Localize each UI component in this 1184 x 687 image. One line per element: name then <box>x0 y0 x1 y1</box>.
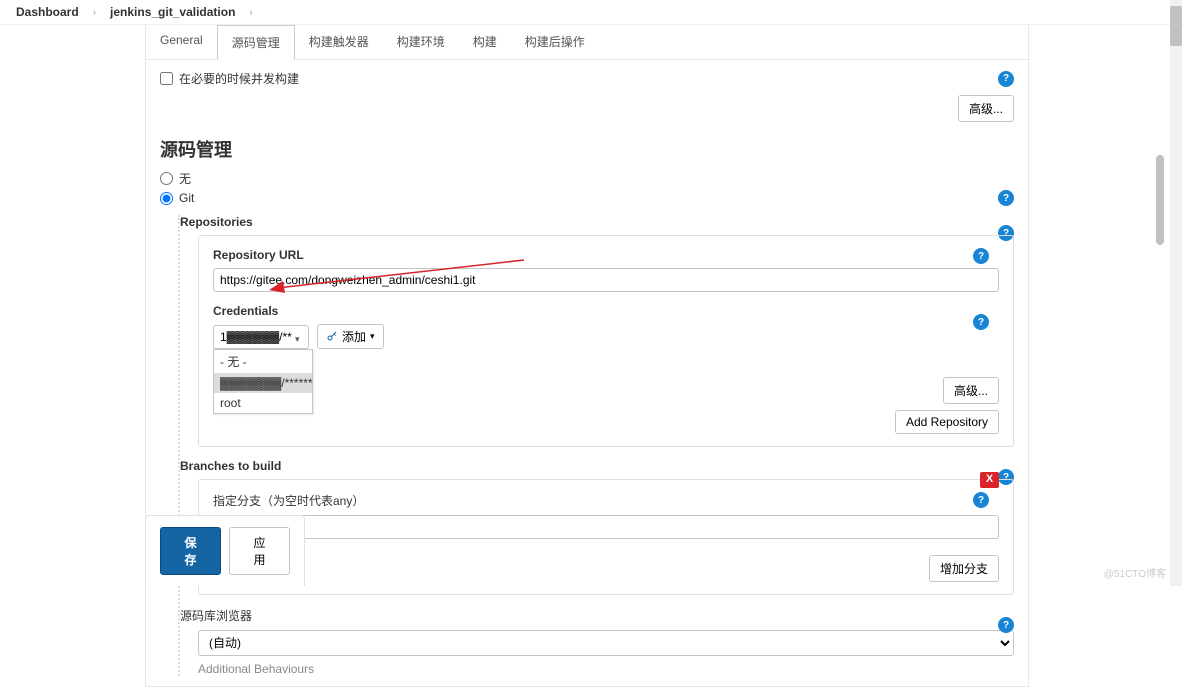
outer-scrollbar-track[interactable] <box>1170 0 1182 586</box>
inner-scrollbar-thumb[interactable] <box>1156 155 1164 245</box>
chevron-right-icon: › <box>249 7 252 18</box>
repo-url-input[interactable] <box>213 268 999 292</box>
add-credentials-label: 添加 <box>342 328 366 345</box>
repository-box: Repository URL ? Credentials ? ▾ - 无 - <box>198 235 1014 447</box>
help-icon[interactable]: ? <box>973 248 989 264</box>
additional-behaviours-label: Additional Behaviours <box>198 662 1014 676</box>
repositories-label: Repositories <box>180 215 994 229</box>
concurrent-build-checkbox[interactable] <box>160 72 173 85</box>
credentials-option-1[interactable]: ▓▓▓▓▓▓▓/****** <box>214 373 312 393</box>
scm-git-label: Git <box>179 191 194 205</box>
help-icon[interactable]: ? <box>998 71 1014 87</box>
tab-general[interactable]: General <box>146 25 217 59</box>
concurrent-build-row: 在必要的时候并发构建 ? <box>160 70 1014 87</box>
apply-button[interactable]: 应用 <box>229 527 290 575</box>
advanced-button[interactable]: 高级... <box>958 95 1014 122</box>
repo-url-label: Repository URL <box>213 248 999 262</box>
tab-post[interactable]: 构建后操作 <box>511 25 599 59</box>
credentials-option-none[interactable]: - 无 - <box>214 350 312 373</box>
breadcrumb-dashboard[interactable]: Dashboard <box>16 5 79 19</box>
config-content: 在必要的时候并发构建 ? 高级... 源码管理 无 Git ? Reposito… <box>146 60 1028 686</box>
help-icon[interactable]: ? <box>998 190 1014 206</box>
scm-section-title: 源码管理 <box>160 136 1014 162</box>
key-icon <box>326 331 338 343</box>
scm-git-radio[interactable] <box>160 192 173 205</box>
delete-branch-button[interactable]: X <box>980 472 999 488</box>
credentials-dropdown: - 无 - ▓▓▓▓▓▓▓/****** root <box>213 349 313 414</box>
credentials-row: ▾ - 无 - ▓▓▓▓▓▓▓/****** root 添加 ▾ <box>213 324 999 349</box>
tab-env[interactable]: 构建环境 <box>383 25 459 59</box>
breadcrumb-job[interactable]: jenkins_git_validation <box>110 5 235 19</box>
git-config-block: Repositories ? Repository URL ? Credenti… <box>178 215 1014 676</box>
credentials-label: Credentials <box>213 304 999 318</box>
repo-advanced-button[interactable]: 高级... <box>943 377 999 404</box>
breadcrumb: Dashboard › jenkins_git_validation › <box>0 0 1184 25</box>
tab-triggers[interactable]: 构建触发器 <box>295 25 383 59</box>
add-repository-button[interactable]: Add Repository <box>895 410 999 434</box>
scm-none-label: 无 <box>179 170 191 187</box>
repo-browser-select[interactable]: (自动) <box>198 630 1014 656</box>
branch-spec-input[interactable] <box>213 515 999 539</box>
tab-scm[interactable]: 源码管理 <box>217 25 295 60</box>
help-icon[interactable]: ? <box>998 617 1014 633</box>
credentials-option-root[interactable]: root <box>214 393 312 413</box>
credentials-select[interactable] <box>213 325 309 349</box>
help-icon[interactable]: ? <box>973 492 989 508</box>
outer-scrollbar-thumb[interactable] <box>1170 6 1182 46</box>
chevron-right-icon: › <box>93 7 96 18</box>
branches-box: X 指定分支（为空时代表any） ? 增加分支 <box>198 479 1014 595</box>
add-branch-button[interactable]: 增加分支 <box>929 555 999 582</box>
config-panel: General 源码管理 构建触发器 构建环境 构建 构建后操作 在必要的时候并… <box>145 25 1029 687</box>
branches-label: Branches to build <box>180 459 994 473</box>
caret-down-icon: ▾ <box>370 331 375 342</box>
tab-build[interactable]: 构建 <box>459 25 511 59</box>
save-button[interactable]: 保存 <box>160 527 221 575</box>
footer-actions: 保存 应用 <box>145 515 305 586</box>
branch-spec-label: 指定分支（为空时代表any） <box>213 492 999 509</box>
add-credentials-button[interactable]: 添加 ▾ <box>317 324 384 349</box>
watermark: @51CTO博客 <box>1104 565 1166 580</box>
config-tabs: General 源码管理 构建触发器 构建环境 构建 构建后操作 <box>146 25 1028 60</box>
repo-browser-label: 源码库浏览器 <box>180 607 994 624</box>
scm-none-radio[interactable] <box>160 172 173 185</box>
concurrent-build-label: 在必要的时候并发构建 <box>179 70 299 87</box>
